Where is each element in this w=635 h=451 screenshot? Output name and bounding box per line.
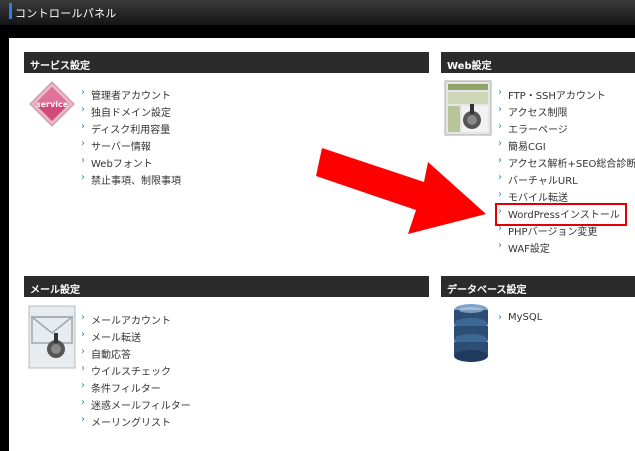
link-php-version[interactable]: › PHPバージョン変更 — [498, 223, 635, 240]
link-wordpress-install[interactable]: › WordPressインストール — [495, 203, 627, 226]
chevron-right-icon: › — [498, 312, 502, 323]
chevron-right-icon: › — [81, 121, 85, 132]
link-mail-account[interactable]: › メールアカウント — [81, 312, 191, 329]
section-header-service: サービス設定 — [24, 52, 429, 73]
chevron-right-icon: › — [81, 138, 85, 149]
chevron-right-icon: › — [81, 363, 85, 374]
annotation-arrow-icon — [316, 148, 486, 234]
section-header-web: Web設定 — [441, 52, 635, 73]
section-header-database: データベース設定 — [441, 276, 635, 297]
service-links: › 管理者アカウント › 独自ドメイン設定 › ディスク利用容量 › サーバー情報 › W… — [81, 87, 181, 189]
link-virus-check[interactable]: › ウイルスチェック — [81, 363, 191, 380]
database-icon — [452, 302, 490, 366]
link-waf-settings[interactable]: › WAF設定 — [498, 240, 635, 257]
chevron-right-icon: › — [81, 104, 85, 115]
chevron-right-icon: › — [498, 240, 502, 251]
chevron-right-icon: › — [81, 397, 85, 408]
database-links: › MySQL — [498, 312, 542, 329]
link-mobile-forward[interactable]: › モバイル転送 — [498, 189, 635, 206]
link-web-font[interactable]: › Webフォント — [81, 155, 181, 172]
chevron-right-icon: › — [81, 312, 85, 323]
mail-settings-icon — [28, 305, 78, 371]
topbar-accent — [9, 3, 12, 19]
chevron-right-icon: › — [81, 329, 85, 340]
chevron-right-icon: › — [498, 104, 502, 115]
link-auto-reply[interactable]: › 自動応答 — [81, 346, 191, 363]
chevron-right-icon: › — [498, 87, 502, 98]
link-access-restriction[interactable]: › アクセス制限 — [498, 104, 635, 121]
link-ftp-ssh-account[interactable]: › FTP・SSHアカウント — [498, 87, 635, 104]
link-error-page[interactable]: › エラーページ — [498, 121, 635, 138]
link-disk-usage[interactable]: › ディスク利用容量 — [81, 121, 181, 138]
link-mailing-list[interactable]: › メーリングリスト — [81, 414, 191, 431]
section-header-mail: メール設定 — [24, 276, 429, 297]
link-simple-cgi[interactable]: › 簡易CGI — [498, 138, 635, 155]
chevron-right-icon: › — [81, 172, 85, 183]
web-links: › FTP・SSHアカウント › アクセス制限 › エラーページ › 簡易CGI › アク… — [495, 87, 635, 257]
link-mysql[interactable]: › MySQL — [498, 312, 542, 329]
page-title: コントロールパネル — [15, 7, 117, 20]
link-condition-filter[interactable]: › 条件フィルター — [81, 380, 191, 397]
link-restrictions[interactable]: › 禁止事項、制限事項 — [81, 172, 181, 189]
link-mail-forward[interactable]: › メール転送 — [81, 329, 191, 346]
link-spam-filter[interactable]: › 迷惑メールフィルター — [81, 397, 191, 414]
service-diamond-icon: service — [28, 80, 76, 128]
mail-links: › メールアカウント › メール転送 › 自動応答 › ウイルスチェック › 条件フィルタ… — [81, 312, 191, 431]
chevron-right-icon: › — [81, 87, 85, 98]
chevron-right-icon: › — [81, 414, 85, 425]
link-virtual-url[interactable]: › バーチャルURL — [498, 172, 635, 189]
link-custom-domain[interactable]: › 独自ドメイン設定 — [81, 104, 181, 121]
chevron-right-icon: › — [81, 346, 85, 357]
link-server-info[interactable]: › サーバー情報 — [81, 138, 181, 155]
control-panel-topbar: コントロールパネル — [0, 0, 635, 26]
chevron-right-icon: › — [81, 380, 85, 391]
chevron-right-icon: › — [81, 155, 85, 166]
link-access-analysis-seo[interactable]: › アクセス解析+SEO総合診断 — [498, 155, 635, 172]
link-admin-account[interactable]: › 管理者アカウント — [81, 87, 181, 104]
svg-text:service: service — [36, 100, 69, 109]
